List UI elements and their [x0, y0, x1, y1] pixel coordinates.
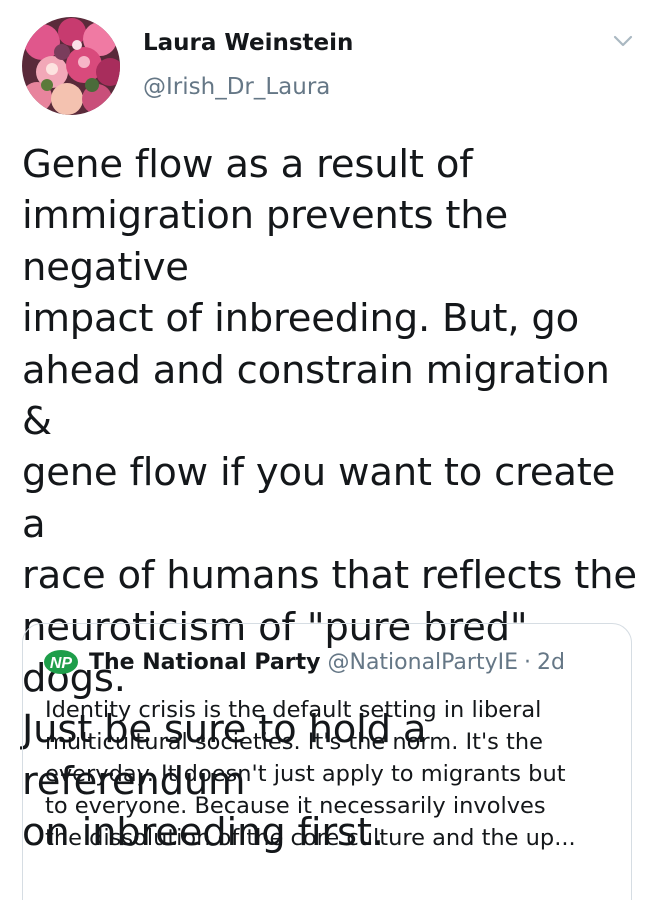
quoted-author-name: The National Party [89, 649, 321, 675]
tweet-menu-button[interactable] [605, 26, 641, 56]
author-handle[interactable]: @Irish_Dr_Laura [143, 74, 330, 100]
quoted-author-handle: @NationalPartyIE [327, 649, 518, 675]
tweet-view: Laura Weinstein @Irish_Dr_Laura Gene flo… [0, 0, 654, 900]
author-avatar[interactable] [22, 17, 120, 115]
chevron-down-icon [613, 35, 633, 47]
header-separator: · [524, 649, 531, 675]
quoted-tweet-card[interactable]: NP The National Party @NationalPartyIE ·… [22, 623, 632, 900]
national-party-logo-icon: NP [43, 649, 79, 675]
flower-bouquet-avatar-icon [22, 17, 120, 115]
quoted-tweet-header: NP The National Party @NationalPartyIE ·… [43, 647, 565, 677]
quoted-tweet-text: Identity crisis is the default setting i… [45, 697, 576, 851]
logo-text: NP [50, 655, 73, 672]
quoted-timestamp: 2d [537, 649, 565, 675]
author-name[interactable]: Laura Weinstein [143, 30, 353, 56]
